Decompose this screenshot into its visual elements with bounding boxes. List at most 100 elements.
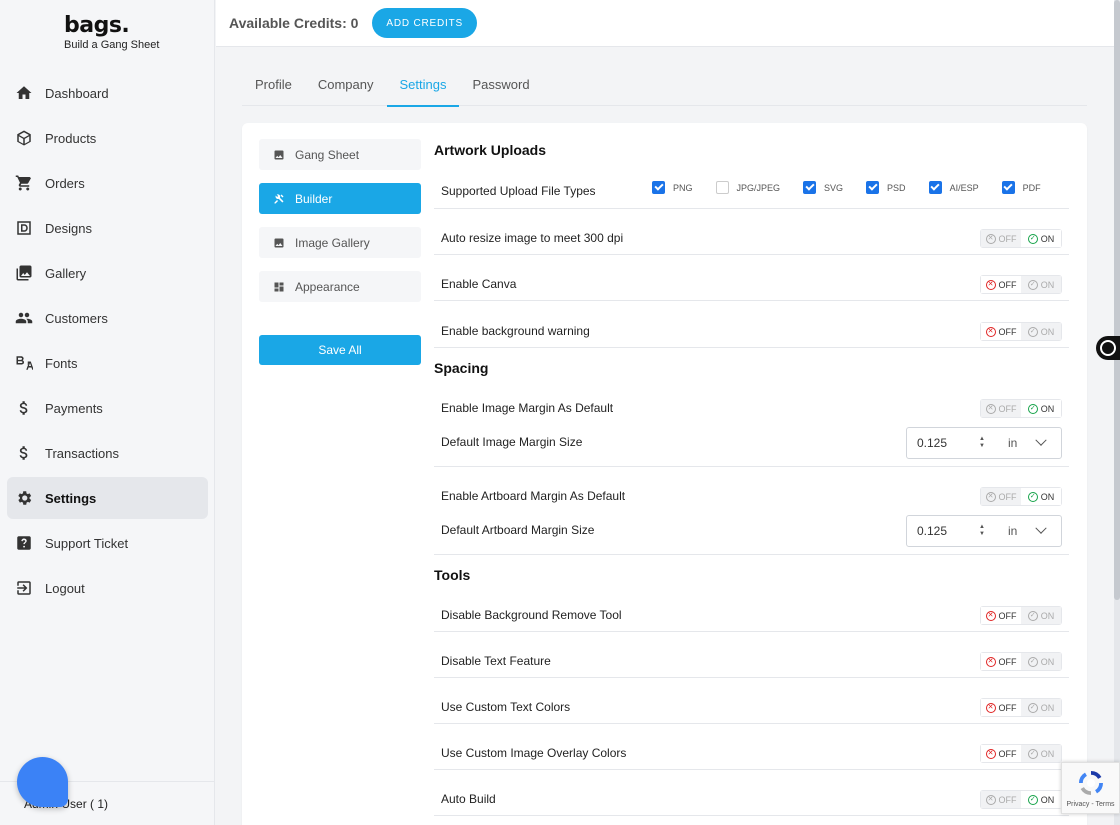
checkbox-box[interactable] (1001, 181, 1015, 194)
checkbox-jpg-jpeg[interactable]: JPG/JPEG (715, 181, 780, 194)
artboard-margin-value[interactable] (907, 524, 977, 538)
checkbox-box[interactable] (866, 181, 880, 194)
toggle-off-option[interactable]: ✕ OFF (981, 791, 1021, 808)
sidebar-item-logout[interactable]: Logout (7, 567, 208, 609)
checkbox-svg[interactable]: SVG (803, 181, 843, 194)
save-all-button[interactable]: Save All (259, 335, 421, 365)
toggle-auto-resize[interactable]: ✕ OFF ✓ ON (980, 229, 1062, 248)
toggle-off-label: OFF (998, 326, 1017, 337)
checkbox-box[interactable] (928, 181, 942, 194)
toggle-background-warning[interactable]: ✕ OFF ✓ ON (980, 322, 1062, 341)
toggle-off-label: OFF (998, 794, 1017, 805)
chevron-down-icon[interactable] (1035, 434, 1048, 446)
tab-settings[interactable]: Settings (386, 62, 460, 107)
toggle-on-option[interactable]: ✓ ON (1021, 323, 1061, 340)
tab-profile[interactable]: Profile (242, 62, 305, 106)
unit-select[interactable]: in (1008, 436, 1017, 450)
sidebar-item-settings[interactable]: Settings (7, 477, 208, 519)
toggle-on-option[interactable]: ✓ ON (1021, 791, 1061, 808)
image-margin-value[interactable] (907, 436, 977, 450)
toggle-artboard-margin[interactable]: ✕ OFF ✓ ON (980, 487, 1062, 506)
sidebar-item-label: Dashboard (45, 85, 109, 101)
sidebar-item-transactions[interactable]: Transactions (7, 432, 208, 474)
toggle-on-option[interactable]: ✓ ON (1021, 230, 1061, 247)
checkbox-ai-esp[interactable]: AI/ESP (928, 181, 979, 194)
toggle-on-option[interactable]: ✓ ON (1021, 488, 1061, 505)
page-scrollbar[interactable] (1114, 0, 1120, 825)
toggle-image-margin[interactable]: ✕ OFF ✓ ON (980, 399, 1062, 418)
subnav-image-gallery[interactable]: Image Gallery (259, 227, 421, 258)
row-label: Default Artboard Margin Size (441, 523, 595, 537)
toggle-auto-build[interactable]: ✕ OFF ✓ ON (980, 790, 1062, 809)
toggle-custom-overlay-colors[interactable]: ✕ OFF ✓ ON (980, 744, 1062, 763)
row-label: Auto resize image to meet 300 dpi (441, 231, 624, 245)
logo[interactable]: bags. Build a Gang Sheet (64, 13, 159, 52)
check-circle-icon: ✓ (1027, 326, 1038, 337)
toggle-off-option[interactable]: ✕ OFF (981, 230, 1021, 247)
subnav-appearance[interactable]: Appearance (259, 271, 421, 302)
tab-company[interactable]: Company (305, 62, 387, 106)
logo-text: bags. (64, 13, 130, 38)
toggle-on-option[interactable]: ✓ ON (1021, 653, 1061, 670)
designs-icon (15, 219, 33, 237)
sidebar-item-label: Orders (45, 175, 85, 191)
toggle-enable-canva[interactable]: ✕ OFF ✓ ON (980, 275, 1062, 294)
sidebar-item-designs[interactable]: Designs (7, 207, 208, 249)
chevron-down-icon[interactable] (1035, 522, 1048, 534)
sidebar-item-dashboard[interactable]: Dashboard (7, 72, 208, 114)
toggle-on-option[interactable]: ✓ ON (1021, 607, 1061, 624)
toggle-off-option[interactable]: ✕ OFF (981, 488, 1021, 505)
recaptcha-links[interactable]: Privacy - Terms (1066, 801, 1114, 808)
stepper-icon[interactable]: ▲ ▼ (977, 436, 987, 450)
checkbox-box[interactable] (803, 181, 817, 194)
toggle-off-option[interactable]: ✕ OFF (981, 323, 1021, 340)
artboard-margin-size-input[interactable]: ▲▼ in (906, 515, 1062, 547)
sidebar-item-orders[interactable]: Orders (7, 162, 208, 204)
checkbox-psd[interactable]: PSD (866, 181, 906, 194)
subnav-gang-sheet[interactable]: Gang Sheet (259, 139, 421, 170)
top-header: Available Credits: 0 ADD CREDITS (216, 0, 1114, 47)
checkbox-box[interactable] (652, 181, 665, 194)
toggle-off-option[interactable]: ✕ OFF (981, 276, 1021, 293)
toggle-off-option[interactable]: ✕ OFF (981, 400, 1021, 417)
toggle-on-option[interactable]: ✓ ON (1021, 276, 1061, 293)
image-margin-size-input[interactable]: ▲▼ in (906, 427, 1062, 459)
toggle-on-option[interactable]: ✓ ON (1021, 400, 1061, 417)
subnav-label: Gang Sheet (295, 147, 360, 162)
checkbox-pdf[interactable]: PDF (1001, 181, 1041, 194)
check-circle-icon: ✓ (1027, 794, 1038, 805)
scrollbar-thumb[interactable] (1114, 0, 1120, 600)
sidebar-item-label: Fonts (45, 355, 78, 371)
toggle-custom-text-colors[interactable]: ✕ OFF ✓ ON (980, 698, 1062, 717)
tab-password[interactable]: Password (459, 62, 542, 106)
sidebar-item-customers[interactable]: Customers (7, 297, 208, 339)
stepper-icon[interactable]: ▲ ▼ (977, 524, 987, 538)
chat-widget-button[interactable] (17, 757, 68, 807)
sidebar-item-payments[interactable]: Payments (7, 387, 208, 429)
toggle-on-option[interactable]: ✓ ON (1021, 745, 1061, 762)
sidebar-item-fonts[interactable]: Fonts (7, 342, 208, 384)
sidebar-item-products[interactable]: Products (7, 117, 208, 159)
toggle-on-option[interactable]: ✓ ON (1021, 699, 1061, 716)
sidebar-item-support-ticket[interactable]: Support Ticket (7, 522, 208, 564)
toggle-disable-text[interactable]: ✕ OFF ✓ ON (980, 652, 1062, 671)
row-upload-file-types: Supported Upload File Types PNG JPG/JPEG… (434, 175, 1069, 209)
people-icon (15, 309, 33, 327)
checkbox-png[interactable]: PNG (652, 181, 693, 194)
recaptcha-badge[interactable]: Privacy - Terms (1061, 762, 1120, 814)
sidebar-item-gallery[interactable]: Gallery (7, 252, 208, 294)
subnav-builder[interactable]: Builder (259, 183, 421, 214)
add-credits-button[interactable]: ADD CREDITS (372, 8, 478, 38)
checkbox-box[interactable] (715, 181, 729, 194)
toggle-off-option[interactable]: ✕ OFF (981, 745, 1021, 762)
checkbox-label: PNG (673, 182, 693, 193)
unit-select[interactable]: in (1008, 524, 1017, 538)
row-label: Enable background warning (441, 324, 590, 338)
dashboard-icon (273, 281, 285, 293)
toggle-off-option[interactable]: ✕ OFF (981, 607, 1021, 624)
toggle-disable-bg-remove[interactable]: ✕ OFF ✓ ON (980, 606, 1062, 625)
floating-side-button[interactable] (1096, 336, 1120, 360)
toggle-off-option[interactable]: ✕ OFF (981, 699, 1021, 716)
toggle-off-option[interactable]: ✕ OFF (981, 653, 1021, 670)
x-circle-icon: ✕ (985, 656, 996, 667)
